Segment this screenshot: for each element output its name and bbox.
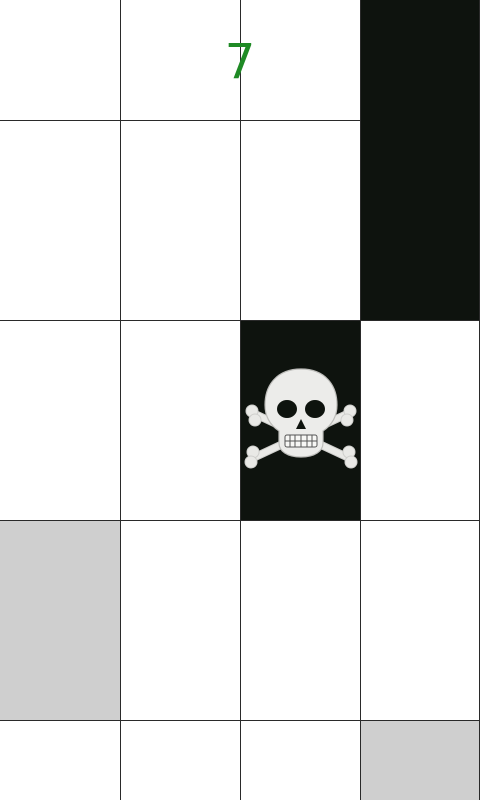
tile-white[interactable] bbox=[361, 521, 480, 721]
tile-white[interactable] bbox=[241, 721, 361, 800]
tile-white[interactable] bbox=[241, 121, 361, 321]
tile-white[interactable] bbox=[121, 521, 241, 721]
score-counter: 7 bbox=[224, 34, 256, 90]
skull-and-crossbones-icon bbox=[244, 367, 357, 468]
tile-white[interactable] bbox=[121, 121, 241, 321]
tile-white[interactable] bbox=[361, 321, 480, 521]
tile-tapped bbox=[0, 521, 121, 721]
game-board bbox=[0, 0, 480, 800]
tile-white[interactable] bbox=[241, 521, 361, 721]
tile-white[interactable] bbox=[0, 121, 121, 321]
tile-white[interactable] bbox=[0, 321, 121, 521]
tile-danger[interactable] bbox=[241, 321, 361, 521]
tile-black[interactable] bbox=[361, 121, 480, 321]
tile-white[interactable] bbox=[0, 721, 121, 800]
tile-tapped bbox=[361, 721, 480, 800]
tile-white[interactable] bbox=[121, 721, 241, 800]
tile-white[interactable] bbox=[121, 321, 241, 521]
